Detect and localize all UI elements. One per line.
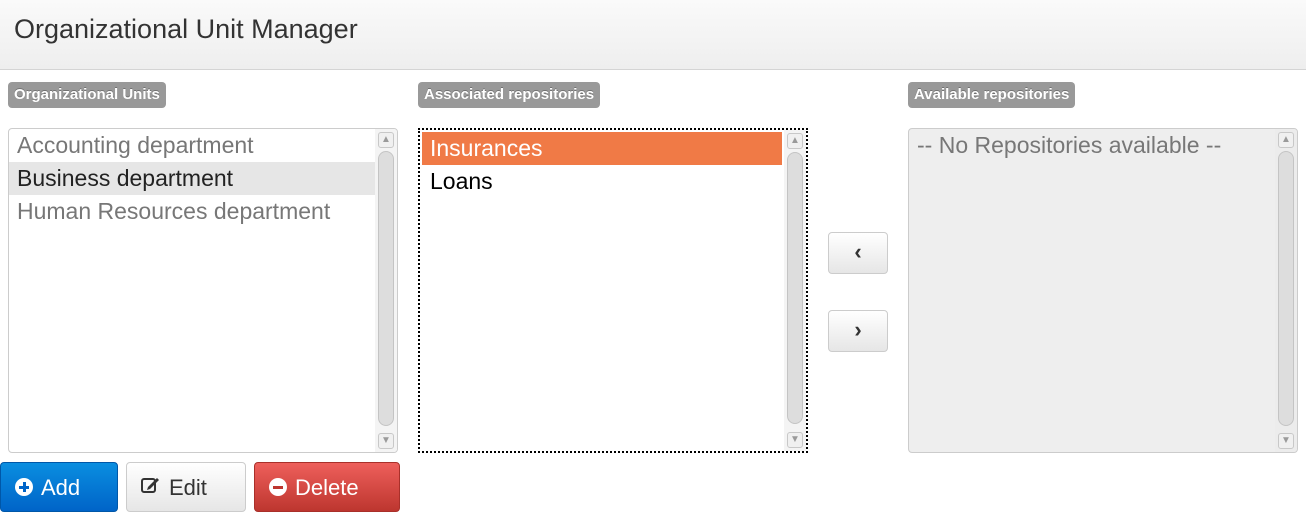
scroll-down-icon[interactable]: ▼ — [787, 432, 803, 448]
scrollbar[interactable]: ▲ ▼ — [784, 130, 806, 451]
list-item: -- No Repositories available -- — [917, 132, 1222, 158]
org-units-label: Organizational Units — [8, 82, 166, 108]
associated-repositories-listbox[interactable]: Insurances Loans ▲ ▼ — [418, 128, 808, 453]
scroll-up-icon[interactable]: ▲ — [787, 133, 803, 149]
edit-button-label: Edit — [169, 475, 207, 500]
add-button[interactable]: Add — [0, 462, 118, 512]
delete-button[interactable]: Delete — [254, 462, 400, 512]
move-left-button[interactable]: ‹ — [828, 232, 888, 274]
scroll-up-icon[interactable]: ▲ — [378, 132, 394, 148]
list-item[interactable]: Accounting department — [9, 129, 397, 162]
delete-button-label: Delete — [295, 475, 359, 500]
available-repositories-label: Available repositories — [908, 82, 1076, 108]
available-repositories-listbox[interactable]: -- No Repositories available -- ▲ ▼ — [908, 128, 1298, 453]
list-item[interactable]: Loans — [422, 165, 806, 198]
list-item[interactable]: Human Resources department — [9, 195, 397, 228]
scroll-thumb[interactable] — [1278, 151, 1294, 426]
move-right-button[interactable]: › — [828, 310, 888, 352]
scroll-thumb[interactable] — [787, 152, 803, 424]
scroll-thumb[interactable] — [378, 151, 394, 426]
scroll-down-icon[interactable]: ▼ — [1278, 433, 1294, 449]
scroll-down-icon[interactable]: ▼ — [378, 433, 394, 449]
scrollbar[interactable]: ▲ ▼ — [375, 129, 397, 452]
scroll-up-icon[interactable]: ▲ — [1278, 132, 1294, 148]
edit-icon — [141, 462, 161, 512]
add-button-label: Add — [41, 475, 81, 500]
chevron-left-icon: ‹ — [854, 239, 862, 264]
associated-repositories-label: Associated repositories — [418, 82, 601, 108]
org-units-listbox[interactable]: Accounting department Business departmen… — [8, 128, 398, 453]
edit-button[interactable]: Edit — [126, 462, 246, 512]
scrollbar[interactable]: ▲ ▼ — [1275, 129, 1297, 452]
page-header: Organizational Unit Manager — [0, 0, 1306, 70]
plus-circle-icon — [15, 478, 33, 497]
list-item[interactable]: Insurances — [422, 132, 782, 165]
page-title: Organizational Unit Manager — [14, 14, 358, 44]
list-item[interactable]: Business department — [9, 162, 397, 195]
chevron-right-icon: › — [854, 317, 862, 342]
minus-circle-icon — [269, 478, 287, 497]
